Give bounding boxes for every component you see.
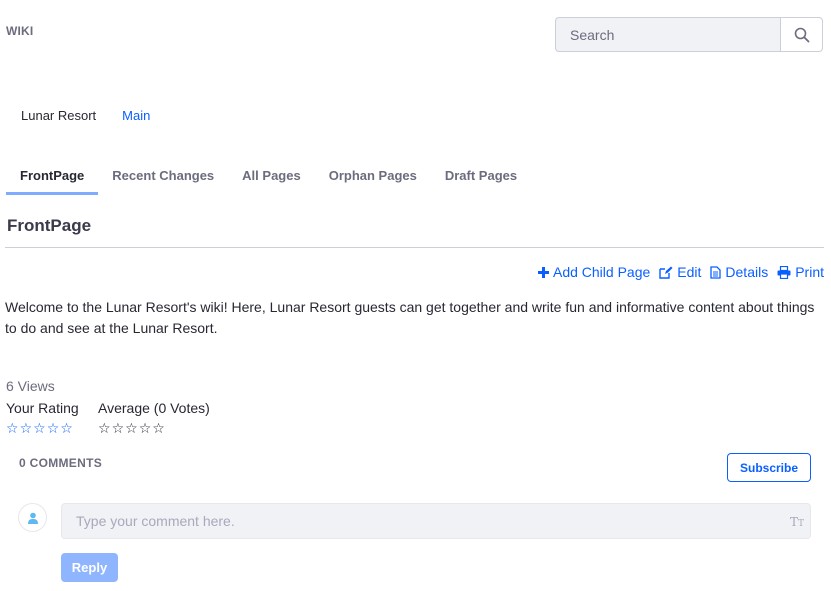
reply-button[interactable]: Reply <box>61 553 118 582</box>
star-icon[interactable]: ☆ <box>47 421 60 435</box>
search-icon <box>794 27 809 42</box>
page-content: Welcome to the Lunar Resort's wiki! Here… <box>5 299 815 336</box>
document-icon <box>710 265 722 279</box>
details-button[interactable]: Details <box>710 264 768 280</box>
star-icon[interactable]: ☆ <box>33 421 46 435</box>
star-icon: ☆ <box>98 420 111 436</box>
text-format-icon[interactable]: TT <box>790 515 804 529</box>
avatar <box>18 503 47 532</box>
star-icon: ☆ <box>125 420 138 436</box>
search-bar <box>555 17 823 52</box>
print-button[interactable]: Print <box>777 264 824 280</box>
print-icon <box>777 265 791 279</box>
star-icon[interactable]: ☆ <box>20 421 33 435</box>
your-rating-label: Your Rating <box>6 400 79 416</box>
star-icon: ☆ <box>111 420 125 436</box>
average-rating-label: Average (0 Votes) <box>98 400 210 416</box>
tab-frontpage[interactable]: FrontPage <box>6 160 99 195</box>
page-actions: Add Child Page Edit Details Print <box>537 264 824 280</box>
star-icon: ☆ <box>152 420 165 436</box>
title-divider <box>5 247 824 248</box>
comments-count: 0 COMMENTS <box>19 456 103 470</box>
search-input[interactable] <box>555 17 781 52</box>
breadcrumb: Lunar Resort Main <box>21 108 150 123</box>
tab-orphan-pages[interactable]: Orphan Pages <box>315 160 431 195</box>
edit-icon <box>659 266 673 279</box>
user-icon <box>27 512 38 524</box>
print-label: Print <box>795 264 824 280</box>
tab-draft-pages[interactable]: Draft Pages <box>431 160 531 195</box>
tab-all-pages[interactable]: All Pages <box>228 160 315 195</box>
tab-recent-changes[interactable]: Recent Changes <box>98 160 228 195</box>
breadcrumb-link-main[interactable]: Main <box>122 108 150 123</box>
page-title: FrontPage <box>7 216 92 235</box>
edit-label: Edit <box>677 264 702 280</box>
star-icon: ☆ <box>138 420 152 436</box>
your-rating-stars: ☆ ☆ ☆ ☆ ☆ <box>6 421 73 435</box>
details-label: Details <box>725 264 769 280</box>
add-child-page-label: Add Child Page <box>552 264 651 280</box>
star-icon[interactable]: ☆ <box>6 421 19 435</box>
subscribe-button[interactable]: Subscribe <box>727 453 811 482</box>
portlet-title: WIKI <box>6 24 34 38</box>
add-child-page-button[interactable]: Add Child Page <box>537 264 651 280</box>
star-icon[interactable]: ☆ <box>60 421 73 435</box>
wiki-nav-tabs: FrontPage Recent Changes All Pages Orpha… <box>6 160 531 195</box>
plus-icon <box>537 266 549 278</box>
average-rating-stars: ☆ ☆ ☆ ☆ ☆ <box>98 421 165 435</box>
search-button[interactable] <box>780 17 823 52</box>
node-name: Lunar Resort <box>21 108 97 123</box>
view-count: 6 Views <box>6 378 55 394</box>
comment-input[interactable]: Type your comment here. <box>61 503 811 539</box>
edit-button[interactable]: Edit <box>659 264 701 280</box>
